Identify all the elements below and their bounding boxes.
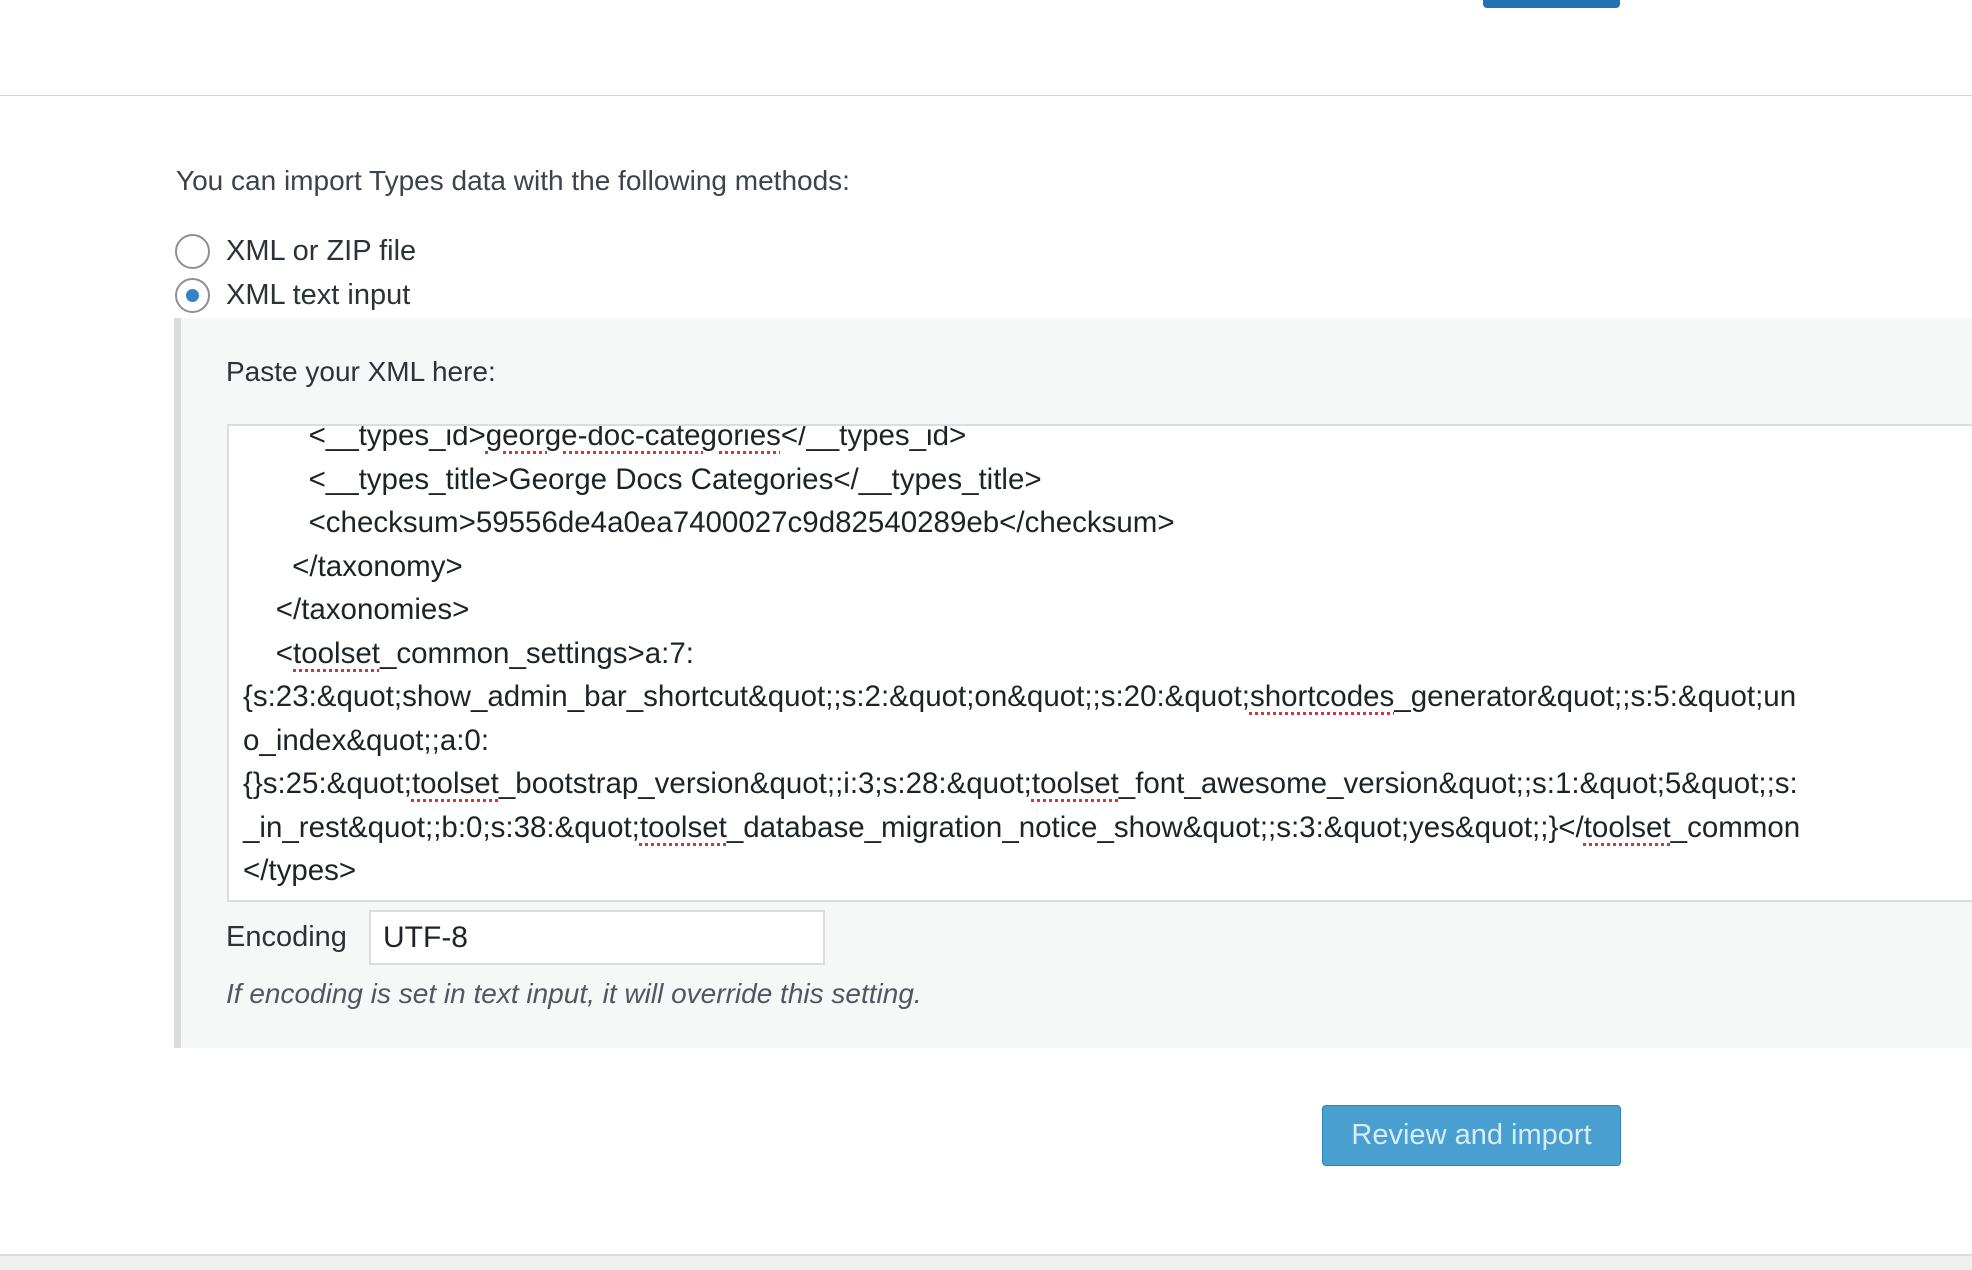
- footer-divider: [0, 1254, 1972, 1270]
- encoding-help-text: If encoding is set in text input, it wil…: [226, 978, 922, 1009]
- radio-label-xml-zip-file: XML or ZIP file: [226, 235, 417, 267]
- xml-line: </types>: [243, 851, 356, 891]
- xml-line: {s:23:&quot;show_admin_bar_shortcut&quot…: [243, 677, 1796, 717]
- section-divider: [0, 95, 1972, 96]
- xml-line: <__types_id>george-doc-categories</__typ…: [243, 424, 967, 456]
- xml-text: <__types_title>George Docs Categories</_…: [243, 462, 1042, 496]
- radio-label-xml-text-input: XML text input: [226, 279, 411, 311]
- xml-text: _font_awesome_version&quot;;s:1:&quot;5&…: [1118, 767, 1798, 800]
- xml-text: o_index&quot;;a:0:: [243, 723, 490, 757]
- xml-text: </types>: [243, 854, 357, 887]
- radio-button-xml-text-input[interactable]: [175, 278, 210, 313]
- xml-text: {s:23:&quot;show_admin_bar_shortcut&quot…: [243, 680, 1250, 713]
- xml-line: _in_rest&quot;;b:0;s:38:&quot;toolset_da…: [243, 808, 1800, 848]
- spellcheck-word: toolset: [1583, 810, 1671, 844]
- xml-text: _database_migration_notice_show&quot;;s:…: [726, 810, 1584, 844]
- xml-text: _common: [1670, 810, 1801, 844]
- xml-line: {}s:25:&quot;toolset_bootstrap_version&q…: [243, 764, 1798, 804]
- encoding-input[interactable]: [369, 910, 825, 965]
- xml-line: <__types_title>George Docs Categories</_…: [243, 460, 1042, 500]
- xml-text: <checksum>59556de4a0ea7400027c9d82540289…: [243, 506, 1175, 539]
- xml-text: <__types_id>: [243, 424, 486, 452]
- xml-text: <: [243, 636, 294, 670]
- xml-line: <toolset_common_settings>a:7:: [243, 634, 694, 674]
- xml-line: </taxonomies>: [243, 590, 470, 630]
- import-intro-text: You can import Types data with the follo…: [176, 165, 850, 196]
- review-and-import-button[interactable]: Review and import: [1322, 1105, 1621, 1166]
- xml-text: _bootstrap_version&quot;;i:3;s:28:&quot;: [498, 767, 1032, 800]
- spellcheck-word: toolset: [1031, 767, 1119, 800]
- import-page: You can import Types data with the follo…: [0, 0, 1972, 1270]
- xml-line: </taxonomy>: [243, 547, 463, 587]
- radio-option-xml-text-input[interactable]: XML text input: [175, 278, 410, 313]
- xml-text: _common_settings>a:7:: [379, 636, 694, 670]
- xml-line: o_index&quot;;a:0:: [243, 721, 489, 761]
- spellcheck-word: george-doc-categories: [485, 424, 781, 452]
- xml-text: </taxonomy>: [243, 549, 463, 583]
- xml-text: </__types_id>: [780, 424, 967, 452]
- xml-textarea[interactable]: <__types_id>george-doc-categories</__typ…: [227, 424, 1972, 902]
- xml-text-input-panel: Paste your XML here: <__types_id>george-…: [174, 318, 1972, 1048]
- top-primary-button[interactable]: [1483, 0, 1620, 8]
- spellcheck-word: toolset: [411, 767, 499, 800]
- xml-text: _generator&quot;;s:5:&quot;un: [1394, 680, 1797, 713]
- spellcheck-word: shortcodes: [1249, 680, 1395, 713]
- radio-option-xml-zip-file[interactable]: XML or ZIP file: [175, 234, 416, 269]
- spellcheck-word: toolset: [293, 636, 380, 670]
- xml-text: {}s:25:&quot;: [243, 767, 412, 800]
- radio-button-xml-zip-file[interactable]: [175, 234, 210, 269]
- xml-text: </taxonomies>: [243, 593, 470, 626]
- encoding-label: Encoding: [226, 921, 347, 953]
- xml-text: _in_rest&quot;;b:0;s:38:&quot;: [243, 810, 640, 844]
- spellcheck-word: toolset: [639, 810, 727, 844]
- xml-line: <checksum>59556de4a0ea7400027c9d82540289…: [243, 503, 1175, 543]
- paste-xml-label: Paste your XML here:: [226, 356, 496, 387]
